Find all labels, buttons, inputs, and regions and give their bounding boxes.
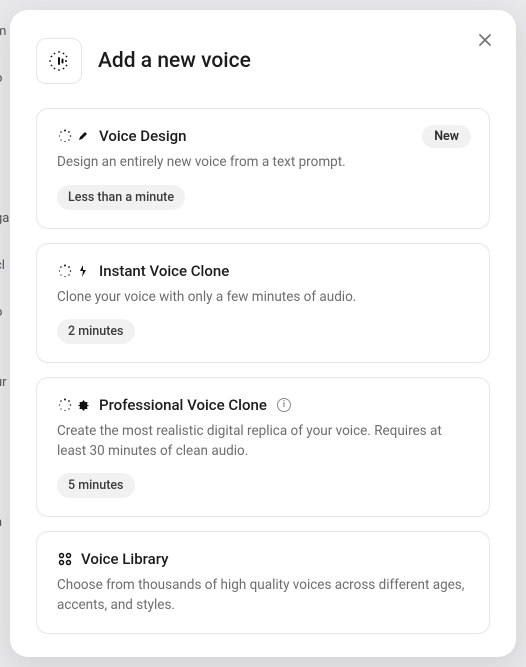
modal-title: Add a new voice xyxy=(98,49,251,73)
pencil-icon xyxy=(75,128,91,144)
option-instant-voice-clone[interactable]: Instant Voice Clone Clone your voice wit… xyxy=(36,243,490,364)
spinner-ring-icon xyxy=(57,128,73,144)
option-professional-voice-clone[interactable]: Professional Voice Clone i Create the mo… xyxy=(36,377,490,517)
bolt-icon xyxy=(75,263,91,279)
voice-wave-icon xyxy=(36,38,82,84)
badge-icon xyxy=(75,397,91,413)
modal-header: Add a new voice xyxy=(36,38,490,84)
option-description: Design an entirely new voice from a text… xyxy=(57,153,469,173)
add-voice-modal: Add a new voice New Voice Design Design … xyxy=(10,10,516,657)
option-description: Choose from thousands of high quality vo… xyxy=(57,576,469,615)
close-button[interactable] xyxy=(472,28,498,54)
duration-pill: Less than a minute xyxy=(57,185,185,210)
option-title: Instant Voice Clone xyxy=(99,262,229,280)
spinner-ring-icon xyxy=(57,397,73,413)
close-icon xyxy=(478,31,492,52)
option-description: Clone your voice with only a few minutes… xyxy=(57,288,469,308)
duration-pill: 2 minutes xyxy=(57,319,135,344)
options-list: New Voice Design Design an entirely new … xyxy=(36,108,490,634)
option-title: Voice Design xyxy=(99,127,187,145)
duration-pill: 5 minutes xyxy=(57,473,135,498)
option-description: Create the most realistic digital replic… xyxy=(57,422,469,461)
grid-icon xyxy=(57,551,73,567)
info-icon[interactable]: i xyxy=(277,398,291,412)
new-badge: New xyxy=(422,125,471,148)
option-voice-design[interactable]: New Voice Design Design an entirely new … xyxy=(36,108,490,229)
option-voice-library[interactable]: Voice Library Choose from thousands of h… xyxy=(36,531,490,634)
option-title: Voice Library xyxy=(81,550,169,568)
spinner-ring-icon xyxy=(57,263,73,279)
option-title: Professional Voice Clone xyxy=(99,396,267,414)
